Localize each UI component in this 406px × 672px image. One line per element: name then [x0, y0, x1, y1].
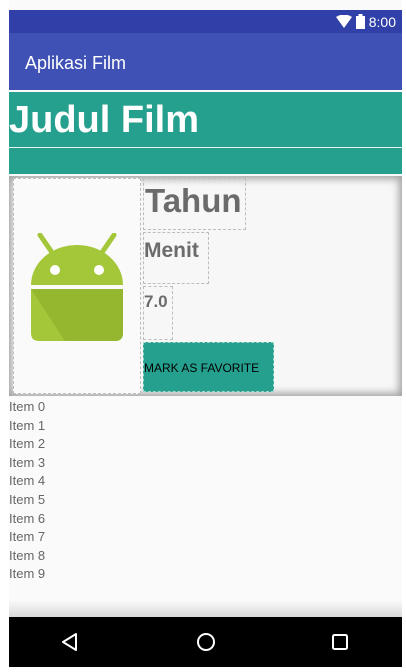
navigation-bar — [9, 617, 402, 667]
movie-detail-card: Tahun Menit 7.0 MARK AS FAVORITE — [9, 176, 402, 396]
movie-title: Judul Film — [9, 99, 199, 141]
app-bar: Aplikasi Film — [9, 33, 402, 90]
list-item[interactable]: Item 2 — [9, 435, 402, 454]
phone-screen: 8:00 Aplikasi Film Judul Film Tahun Meni… — [9, 0, 402, 667]
list-item[interactable]: Item 6 — [9, 510, 402, 529]
movie-list[interactable]: Item 0 Item 1 Item 2 Item 3 Item 4 Item … — [9, 398, 402, 608]
movie-rating: 7.0 — [143, 286, 173, 340]
list-item[interactable]: Item 9 — [9, 565, 402, 584]
movie-duration: Menit — [143, 232, 209, 284]
list-item[interactable]: Item 3 — [9, 454, 402, 473]
movie-title-banner: Judul Film — [9, 92, 402, 148]
recents-button[interactable] — [327, 629, 353, 655]
movie-poster — [13, 178, 141, 394]
status-time: 8:00 — [368, 13, 396, 30]
list-item[interactable]: Item 5 — [9, 491, 402, 510]
android-icon — [31, 233, 123, 341]
list-item[interactable]: Item 7 — [9, 528, 402, 547]
wifi-icon — [335, 15, 352, 28]
status-icons: 8:00 — [335, 13, 396, 30]
list-item[interactable]: Item 4 — [9, 472, 402, 491]
list-item[interactable]: Item 0 — [9, 398, 402, 417]
home-icon — [197, 633, 215, 651]
list-item[interactable]: Item 8 — [9, 547, 402, 566]
movie-year: Tahun — [143, 178, 246, 230]
mark-as-favorite-button[interactable]: MARK AS FAVORITE — [143, 342, 274, 392]
back-button[interactable] — [57, 629, 83, 655]
status-bar: 8:00 — [9, 10, 402, 33]
list-bottom-shadow — [9, 600, 402, 618]
app-title: Aplikasi Film — [25, 53, 127, 73]
back-icon — [62, 633, 77, 651]
battery-icon — [355, 14, 365, 29]
home-button[interactable] — [193, 629, 219, 655]
recents-icon — [332, 634, 348, 650]
list-item[interactable]: Item 1 — [9, 417, 402, 436]
title-strip — [9, 148, 402, 174]
